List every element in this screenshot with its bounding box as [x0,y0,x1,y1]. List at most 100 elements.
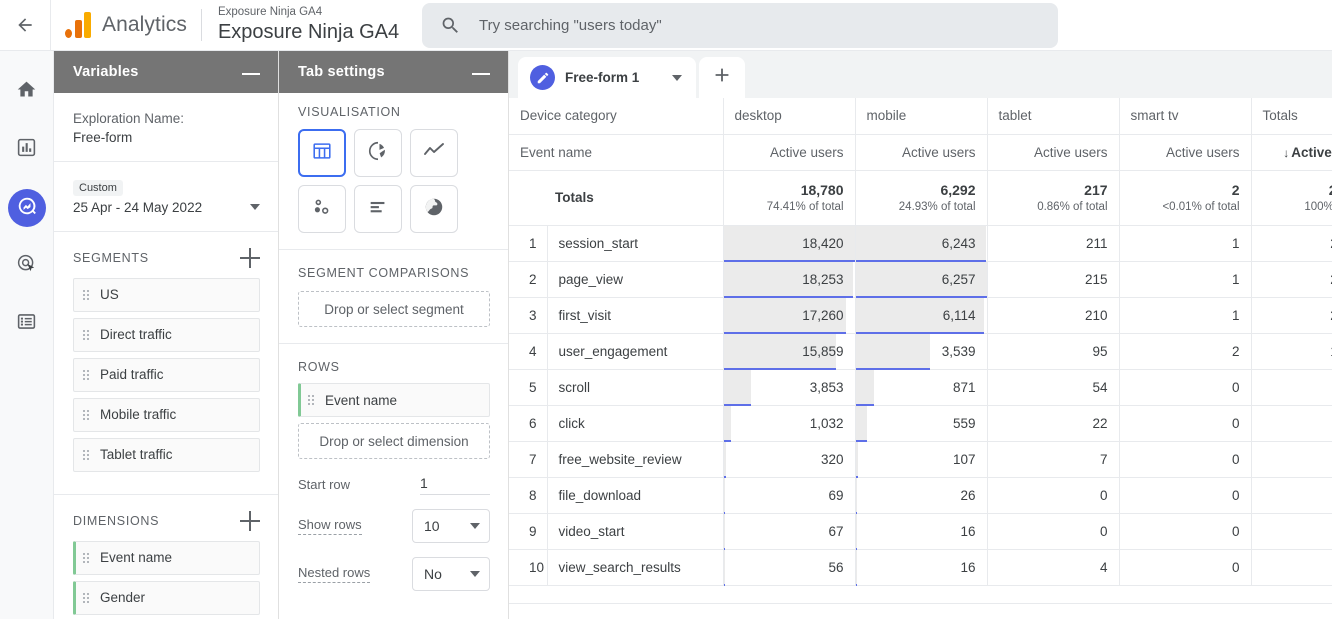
back-button[interactable] [0,0,51,51]
visualisation-donut-button[interactable] [354,129,402,177]
plus-icon[interactable] [240,248,260,268]
segment-drop-zone[interactable]: Drop or select segment [298,291,490,327]
chevron-down-icon[interactable] [250,204,260,210]
tab-settings-panel-header: Tab settings [279,51,508,93]
visualisation-bar-button[interactable] [354,185,402,233]
divider [201,9,202,41]
table-row[interactable]: 6click1,0325592201,612 [509,405,1332,441]
exploration-name-section[interactable]: Exploration Name: Free-form [54,93,278,162]
show-rows-select[interactable]: 10 [412,509,490,543]
segment-item[interactable]: US [73,278,260,312]
nav-item-reports[interactable] [8,131,46,169]
table-row[interactable]: 10view_search_results56164076 [509,549,1332,585]
cell-totals: 24,953 [1251,225,1332,261]
dimension-drop-zone[interactable]: Drop or select dimension [298,423,490,459]
table-row[interactable]: 9video_start67160083 [509,513,1332,549]
cell-tablet: 4 [987,549,1119,585]
table-row[interactable]: 2page_view18,2536,257215124,760 [509,261,1332,297]
account-selector[interactable]: Exposure Ninja GA4 Exposure Ninja GA4 [218,6,399,43]
add-tab-button[interactable] [699,57,745,98]
nav-item-configure[interactable] [8,305,46,343]
cell-value: 0 [1232,452,1240,467]
dimension-item[interactable]: Event name [73,541,260,575]
start-row-label: Start row [298,477,350,492]
date-range-chip: Custom [73,180,123,196]
metric-header-smart-tv[interactable]: Active users [1119,134,1251,170]
rows-dimension-item[interactable]: Event name [298,383,490,417]
visualisation-scatter-button[interactable] [298,185,346,233]
cell-mobile: 6,243 [855,225,987,261]
segments-section: SEGMENTS US Direct traffic Paid traffic [54,232,278,495]
minimize-icon[interactable] [472,73,490,75]
column-header-smart-tv[interactable]: smart tv [1119,98,1251,134]
column-header-desktop[interactable]: desktop [723,98,855,134]
segment-item[interactable]: Tablet traffic [73,438,260,472]
metric-header-totals-sorted[interactable]: ↓Active users [1251,134,1332,170]
drag-handle-icon[interactable] [82,448,91,462]
start-row-input[interactable] [420,473,490,495]
cell-value: 320 [821,452,844,467]
visualisation-geo-button[interactable] [410,185,458,233]
drag-handle-icon[interactable] [307,393,316,407]
nested-rows-value: No [424,566,442,582]
row-event-name: session_start [547,225,723,261]
tab-free-form-1[interactable]: Free-form 1 [518,57,696,98]
cell-value: 95 [1092,344,1107,359]
cell-smart-tv: 1 [1119,261,1251,297]
drag-handle-icon[interactable] [82,288,91,302]
nav-item-home[interactable] [8,73,46,111]
cell-value: 0 [1232,380,1240,395]
segment-item[interactable]: Direct traffic [73,318,260,352]
totals-cell-mobile: 6,292 24.93% of total [855,170,987,225]
drag-handle-icon[interactable] [82,328,91,342]
cell-value: 18,253 [802,272,843,287]
brand-block[interactable]: Analytics [51,12,187,38]
search-input[interactable] [477,16,1040,35]
segment-item[interactable]: Mobile traffic [73,398,260,432]
drag-handle-icon[interactable] [82,551,91,565]
date-range-section[interactable]: Custom 25 Apr - 24 May 2022 [54,162,278,232]
nested-rows-select[interactable]: No [412,557,490,591]
row-event-name: click [547,405,723,441]
column-header-totals[interactable]: Totals [1251,98,1332,134]
dimension-item[interactable]: Gender [73,581,260,615]
drag-handle-icon[interactable] [82,591,91,605]
table-row[interactable]: 8file_download69260095 [509,477,1332,513]
column-header-tablet[interactable]: tablet [987,98,1119,134]
cell-mobile: 107 [855,441,987,477]
segment-item[interactable]: Paid traffic [73,358,260,392]
cell-value: 0 [1232,488,1240,503]
nested-rows-label: Nested rows [298,565,370,583]
nav-item-advertising[interactable] [8,247,46,285]
chevron-down-icon[interactable] [672,75,682,81]
plus-icon[interactable] [240,511,260,531]
cell-value: 17,260 [802,308,843,323]
cell-tablet: 0 [987,477,1119,513]
column-header-mobile[interactable]: mobile [855,98,987,134]
table-row[interactable]: 3first_visit17,2606,114210123,695 [509,297,1332,333]
table-row[interactable]: 5scroll3,8538715404,771 [509,369,1332,405]
search-bar[interactable] [422,3,1058,48]
cell-bar [724,478,725,513]
cell-tablet: 0 [987,513,1119,549]
cell-desktop: 3,853 [723,369,855,405]
table-row[interactable]: 7free_website_review32010770434 [509,441,1332,477]
drag-handle-icon[interactable] [82,408,91,422]
cell-mobile: 16 [855,513,987,549]
visualisation-table-button[interactable] [298,129,346,177]
row-index: 5 [509,369,547,405]
cell-tablet: 22 [987,405,1119,441]
segment-label: Mobile traffic [100,407,176,422]
nav-item-explore[interactable] [8,189,46,227]
drag-handle-icon[interactable] [82,368,91,382]
top-bar: Analytics Exposure Ninja GA4 Exposure Ni… [0,0,1332,51]
metric-header-desktop[interactable]: Active users [723,134,855,170]
visualisation-line-button[interactable] [410,129,458,177]
totals-percent: <0.01% of total [1131,201,1240,213]
metric-header-mobile[interactable]: Active users [855,134,987,170]
minimize-icon[interactable] [242,73,260,75]
metric-header-tablet[interactable]: Active users [987,134,1119,170]
table-row[interactable]: 1session_start18,4206,243211124,953 [509,225,1332,261]
table-row[interactable]: 4user_engagement15,8593,53995219,591 [509,333,1332,369]
cell-value: 6,243 [942,236,976,251]
